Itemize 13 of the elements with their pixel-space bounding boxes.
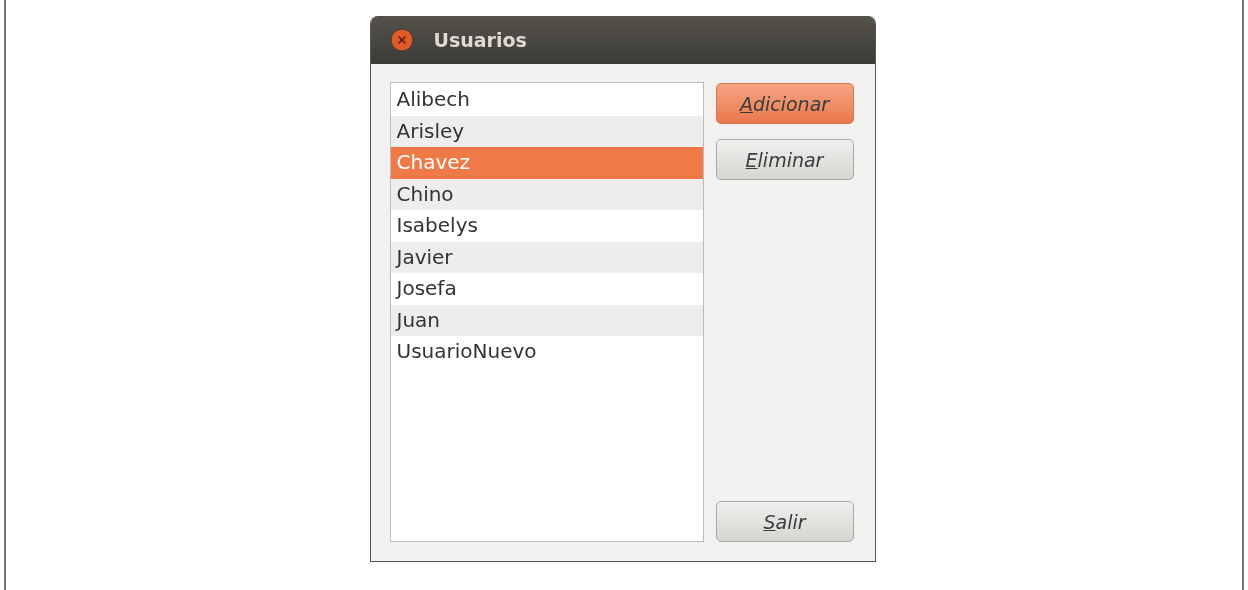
list-item[interactable]: UsuarioNuevo <box>390 336 703 368</box>
window-title: Usuarios <box>433 29 527 51</box>
list-item[interactable]: Chino <box>390 178 703 210</box>
list-item[interactable]: Isabelys <box>390 210 703 242</box>
dialog-button[interactable]: Adicionar <box>715 83 854 124</box>
list-item[interactable]: Javier <box>390 241 703 273</box>
list-item[interactable]: Josefa <box>390 273 703 305</box>
list-item[interactable]: Arisley <box>390 115 703 147</box>
dialog-button[interactable]: Salir <box>715 501 854 542</box>
list-item[interactable]: Juan <box>390 304 703 336</box>
list-item[interactable]: Alibech <box>390 84 703 116</box>
close-icon[interactable] <box>389 28 414 52</box>
dialog-button[interactable]: Eliminar <box>715 139 854 180</box>
